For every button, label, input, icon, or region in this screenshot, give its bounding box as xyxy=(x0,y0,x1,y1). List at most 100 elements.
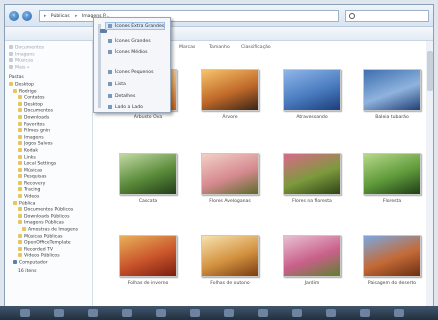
image-file[interactable]: Jardim xyxy=(281,235,343,301)
tree-item[interactable]: Downloads xyxy=(9,114,92,122)
folders-header[interactable]: Pastas xyxy=(9,75,92,82)
tree-item[interactable]: Imagens Públicas xyxy=(9,220,92,227)
file-name-label[interactable]: Árvore xyxy=(199,115,261,120)
tree-item[interactable]: Desktop xyxy=(9,81,92,89)
tree-item[interactable]: Recovery xyxy=(9,180,92,188)
vertical-scrollbar[interactable] xyxy=(426,41,433,311)
taskbar-button[interactable] xyxy=(326,309,336,317)
image-thumbnail[interactable] xyxy=(363,69,421,111)
taskbar-button[interactable] xyxy=(224,309,234,317)
image-thumbnail[interactable] xyxy=(283,153,341,195)
file-name-label[interactable]: Jardim xyxy=(281,281,343,286)
tree-item[interactable]: Filmes gnin xyxy=(9,128,92,135)
image-file[interactable]: Folhas de inverno xyxy=(117,235,179,301)
taskbar-button[interactable] xyxy=(190,309,200,317)
view-menu-item[interactable]: Ícones Médios xyxy=(108,49,147,57)
file-name-label[interactable]: Flores Aveloganas xyxy=(199,199,261,204)
back-button[interactable]: ‹ xyxy=(9,11,19,21)
view-menu-item[interactable]: Lista xyxy=(108,81,126,89)
tree-item[interactable]: Local Settings xyxy=(9,161,92,168)
tree-item-label: Músicas Públicas xyxy=(24,234,63,240)
search-input[interactable] xyxy=(345,10,429,22)
image-file[interactable]: Flores na floresta xyxy=(281,153,343,219)
taskbar-button[interactable] xyxy=(360,309,370,317)
forward-button[interactable]: › xyxy=(22,11,32,21)
tree-item[interactable]: Músicas Públicas xyxy=(9,233,92,241)
tree-item[interactable]: Desktop xyxy=(9,101,92,109)
file-name-label[interactable]: Folhas de inverno xyxy=(117,281,179,286)
image-thumbnail[interactable] xyxy=(201,69,259,111)
image-file[interactable]: Flores Aveloganas xyxy=(199,153,261,219)
column-header-marcas[interactable]: Marcas xyxy=(179,45,195,50)
address-bar: ‹ › ▸ Públicas ▸ Imagens P... xyxy=(5,5,433,27)
taskbar-button[interactable] xyxy=(54,309,64,317)
image-thumbnail[interactable] xyxy=(201,235,259,277)
tree-item[interactable]: Links xyxy=(9,154,92,162)
tree-item[interactable]: Documentos xyxy=(9,108,92,115)
tree-item[interactable]: Jogos Salvos xyxy=(9,141,92,148)
tree-item[interactable]: Imagens xyxy=(9,134,92,142)
file-name-label[interactable]: Baleia tubarão xyxy=(361,115,423,120)
view-size-slider[interactable] xyxy=(98,24,107,108)
taskbar-button[interactable] xyxy=(292,309,302,317)
tree-item[interactable]: Recorded TV xyxy=(9,246,92,254)
tree-item[interactable]: Computador xyxy=(9,260,92,267)
tree-item-label: Downloads xyxy=(24,115,50,121)
address-field[interactable]: ▸ Públicas ▸ Imagens P... xyxy=(39,10,339,22)
image-file[interactable]: Cascata xyxy=(117,153,179,219)
tree-item[interactable]: Rodrigo xyxy=(9,88,92,96)
image-thumbnail[interactable] xyxy=(363,153,421,195)
taskbar-button[interactable] xyxy=(394,309,404,317)
file-name-label[interactable]: Floresta xyxy=(361,199,423,204)
image-thumbnail[interactable] xyxy=(283,235,341,277)
file-name-label[interactable]: Cascata xyxy=(117,199,179,204)
breadcrumb-publicas[interactable]: Públicas xyxy=(51,11,70,21)
view-menu-item[interactable]: Ícones Extra Grandes xyxy=(105,22,165,30)
image-thumbnail[interactable] xyxy=(119,235,177,277)
file-name-label[interactable]: Arbusto Ova xyxy=(117,115,179,120)
image-file[interactable]: Floresta xyxy=(361,153,423,219)
view-menu-item[interactable]: Detalhes xyxy=(108,93,135,101)
view-menu-item[interactable]: Ícones Pequenos xyxy=(108,69,153,77)
image-thumbnail[interactable] xyxy=(119,153,177,195)
taskbar-button[interactable] xyxy=(88,309,98,317)
image-thumbnail[interactable] xyxy=(201,153,259,195)
taskbar-button[interactable] xyxy=(258,309,268,317)
favorite-link[interactable]: Imagens xyxy=(9,51,92,59)
favorite-link[interactable]: Músicas xyxy=(9,58,92,65)
taskbar-button[interactable] xyxy=(20,309,30,317)
view-menu-item[interactable]: Lado a Lado xyxy=(108,104,143,112)
image-file[interactable]: Baleia tubarão xyxy=(361,69,423,135)
tree-item[interactable]: Músicas xyxy=(9,167,92,175)
file-name-label[interactable]: Paisagem do deserto xyxy=(361,281,423,286)
file-name-label[interactable]: Atravessando xyxy=(281,115,343,120)
favorite-link[interactable]: Mais » xyxy=(9,64,92,72)
tree-item[interactable]: Downloads Públicos xyxy=(9,213,92,221)
image-thumbnail[interactable] xyxy=(283,69,341,111)
file-name-label[interactable]: Folhas de outono xyxy=(199,281,261,286)
tree-item[interactable]: Contatos xyxy=(9,95,92,102)
tree-item[interactable]: Vídeos Públicos xyxy=(9,253,92,260)
tree-item[interactable]: Favoritos xyxy=(9,121,92,129)
tree-item[interactable]: Vídeos xyxy=(9,194,92,201)
image-file[interactable]: Árvore xyxy=(199,69,261,135)
file-name-label[interactable]: Flores na floresta xyxy=(281,199,343,204)
favorite-link[interactable]: Documentos xyxy=(9,45,92,52)
image-file[interactable]: Folhas de outono xyxy=(199,235,261,301)
image-thumbnail[interactable] xyxy=(363,235,421,277)
image-file[interactable]: Paisagem do deserto xyxy=(361,235,423,301)
view-menu-item[interactable]: Ícones Grandes xyxy=(108,38,151,46)
scrollbar-thumb[interactable] xyxy=(427,51,433,91)
column-header-classificacao[interactable]: Classificação xyxy=(241,45,271,50)
tree-item[interactable]: Tracing xyxy=(9,187,92,194)
tree-item[interactable]: Pesquisas xyxy=(9,174,92,181)
tree-item[interactable]: Amostras de Imagens xyxy=(9,227,92,234)
tree-item[interactable]: OpenOfficeTemplate xyxy=(9,240,92,247)
tree-item[interactable]: Documentos Públicos xyxy=(9,207,92,214)
column-header-tamanho[interactable]: Tamanho xyxy=(209,45,230,50)
tree-item[interactable]: Kodak xyxy=(9,147,92,155)
taskbar-button[interactable] xyxy=(122,309,132,317)
image-file[interactable]: Atravessando xyxy=(281,69,343,135)
tree-item[interactable]: Pública xyxy=(9,200,92,208)
taskbar-button[interactable] xyxy=(156,309,166,317)
